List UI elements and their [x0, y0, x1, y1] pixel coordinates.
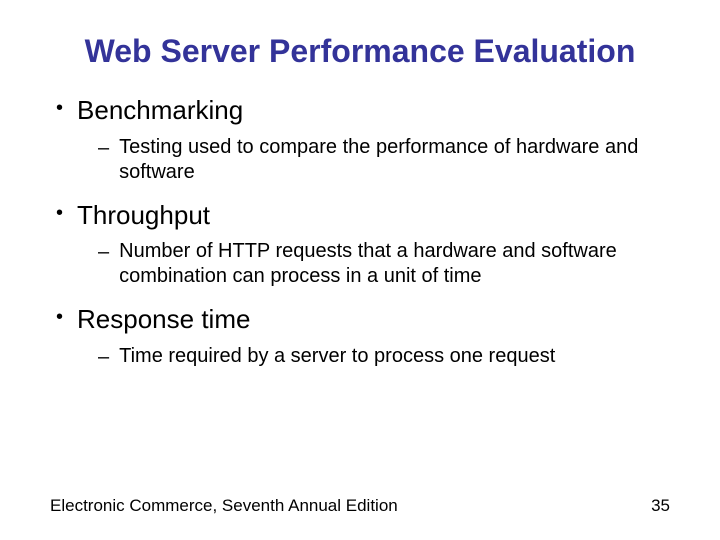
bullet-sub-marker: –: [98, 239, 109, 265]
bullet-sub-text: Testing used to compare the performance …: [119, 135, 660, 185]
bullet-sub-item: – Number of HTTP requests that a hardwar…: [98, 239, 670, 289]
bullet-label: Throughput: [77, 199, 210, 232]
bullet-label: Response time: [77, 303, 250, 336]
slide-footer: Electronic Commerce, Seventh Annual Edit…: [50, 496, 670, 516]
bullet-sub-item: – Testing used to compare the performanc…: [98, 135, 670, 185]
bullet-marker: •: [56, 94, 63, 122]
bullet-label: Benchmarking: [77, 94, 243, 127]
footer-source: Electronic Commerce, Seventh Annual Edit…: [50, 496, 398, 516]
bullet-item: • Response time: [50, 303, 670, 336]
bullet-marker: •: [56, 303, 63, 331]
bullet-sub-marker: –: [98, 344, 109, 370]
slide-title: Web Server Performance Evaluation: [50, 32, 670, 70]
bullet-item: • Benchmarking: [50, 94, 670, 127]
bullet-sub-text: Time required by a server to process one…: [119, 344, 555, 369]
bullet-item: • Throughput: [50, 199, 670, 232]
footer-page-number: 35: [651, 496, 670, 516]
bullet-sub-text: Number of HTTP requests that a hardware …: [119, 239, 660, 289]
slide-content: • Benchmarking – Testing used to compare…: [50, 94, 670, 370]
bullet-marker: •: [56, 199, 63, 227]
bullet-sub-item: – Time required by a server to process o…: [98, 344, 670, 370]
bullet-sub-marker: –: [98, 135, 109, 161]
